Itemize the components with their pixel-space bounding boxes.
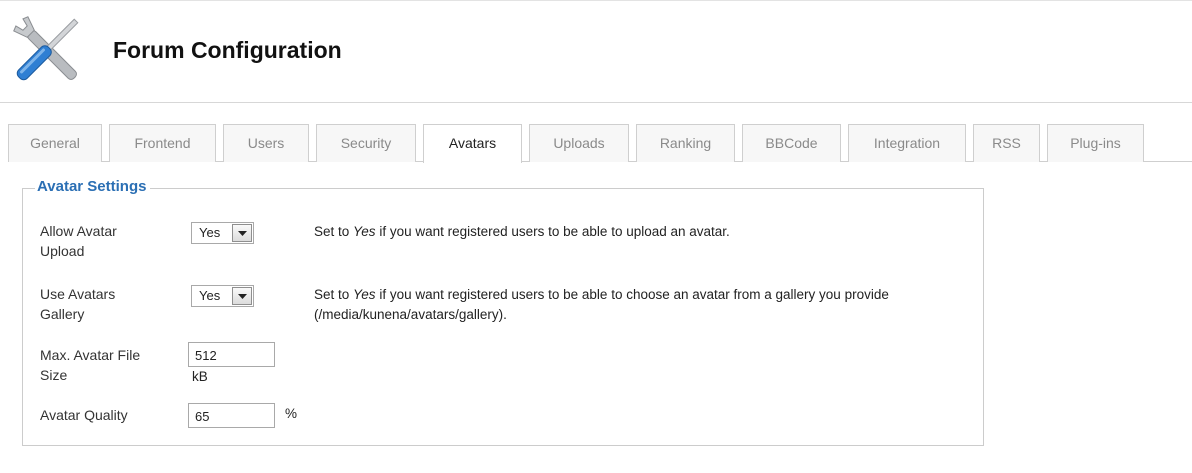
gallery-description: Set to Yes if you want registered users … — [314, 287, 889, 322]
allow-upload-description: Set to Yes if you want registered users … — [314, 224, 730, 239]
page-header: Forum Configuration — [0, 0, 1192, 103]
tab-integration[interactable]: Integration — [848, 124, 966, 162]
quality-label: Avatar Quality — [40, 407, 128, 423]
section-legend: Avatar Settings — [35, 178, 151, 195]
file-size-unit: kB — [192, 369, 208, 384]
allow-upload-select[interactable]: Yes — [191, 222, 254, 244]
chevron-down-icon[interactable] — [232, 224, 252, 242]
tab-ranking[interactable]: Ranking — [636, 124, 735, 162]
tab-security[interactable]: Security — [316, 124, 416, 162]
chevron-down-icon[interactable] — [232, 287, 252, 305]
tab-plugins[interactable]: Plug-ins — [1047, 124, 1144, 162]
tab-bar: General Frontend Users Security Avatars … — [8, 124, 1192, 163]
tab-avatars[interactable]: Avatars — [423, 124, 522, 163]
file-size-label: Max. Avatar File Size — [40, 347, 141, 383]
quality-input[interactable]: 65 — [188, 403, 275, 428]
tab-users[interactable]: Users — [223, 124, 309, 162]
tab-general[interactable]: General — [8, 124, 102, 162]
allow-upload-label: Allow Avatar Upload — [40, 223, 117, 259]
tab-rss[interactable]: RSS — [973, 124, 1040, 162]
tab-bbcode[interactable]: BBCode — [742, 124, 841, 162]
page-title: Forum Configuration — [113, 37, 342, 63]
file-size-input[interactable]: 512 — [188, 342, 275, 367]
gallery-label: Use Avatars Gallery — [40, 286, 116, 322]
gallery-select[interactable]: Yes — [191, 285, 254, 307]
tab-frontend[interactable]: Frontend — [109, 124, 216, 162]
tab-uploads[interactable]: Uploads — [529, 124, 629, 162]
quality-unit: % — [285, 406, 298, 421]
tools-icon — [13, 16, 79, 81]
